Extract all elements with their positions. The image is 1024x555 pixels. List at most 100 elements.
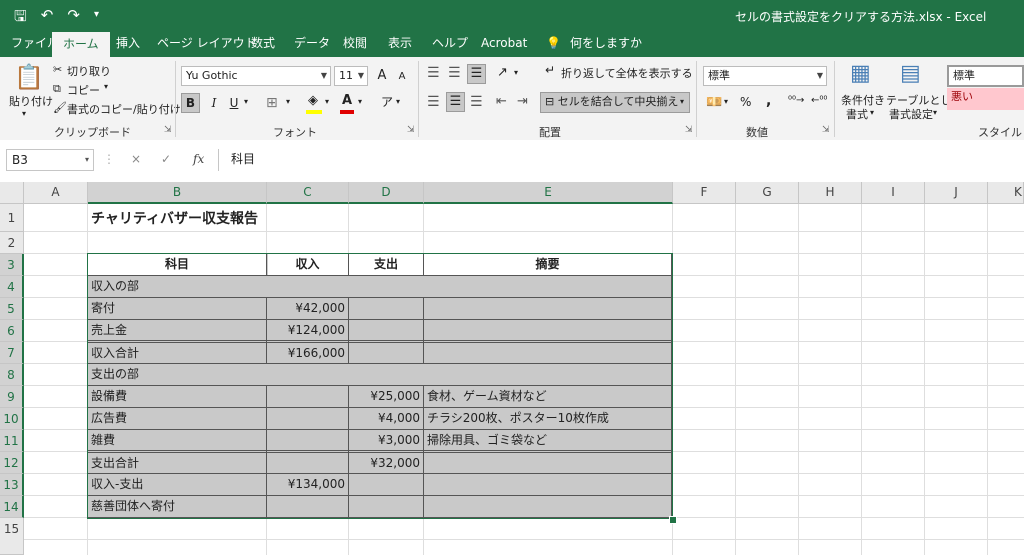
align-right-icon[interactable]: ☰: [470, 94, 483, 110]
row-header-12[interactable]: 12: [0, 452, 24, 474]
format-painter-button[interactable]: 書式のコピー/貼り付け: [67, 101, 181, 117]
currency-icon[interactable]: 💴: [706, 95, 722, 110]
cell-b4[interactable]: 収入の部: [88, 276, 266, 297]
row-header-7[interactable]: 7: [0, 342, 24, 364]
font-name-select[interactable]: Yu Gothic ▼: [181, 66, 331, 86]
row-header-15[interactable]: 15: [0, 518, 24, 555]
cell-c5[interactable]: ¥42,000: [267, 298, 348, 319]
row-header-10[interactable]: 10: [0, 408, 24, 430]
name-box[interactable]: B3 ▾: [6, 149, 94, 171]
chevron-down-icon[interactable]: ▾: [870, 108, 874, 117]
tell-me-search[interactable]: 何をしますか: [570, 30, 642, 57]
cell-b5[interactable]: 寄付: [88, 298, 266, 319]
shrink-font-button[interactable]: A: [395, 68, 409, 86]
column-header-g[interactable]: G: [736, 182, 799, 204]
cut-button[interactable]: 切り取り: [67, 63, 111, 79]
row-header-11[interactable]: 11: [0, 430, 24, 452]
copy-button[interactable]: コピー: [67, 82, 100, 98]
font-color-dropdown-icon[interactable]: ▾: [358, 97, 362, 106]
enter-icon[interactable]: ✓: [161, 152, 171, 166]
cell-style-bad[interactable]: 悪い: [947, 88, 1024, 110]
number-format-select[interactable]: 標準 ▼: [703, 66, 827, 86]
grow-font-button[interactable]: A: [374, 67, 390, 85]
increase-indent-icon[interactable]: ⇥: [517, 94, 528, 109]
paste-button[interactable]: 貼り付け: [9, 93, 53, 109]
cell-d9[interactable]: ¥25,000: [349, 386, 423, 407]
column-header-i[interactable]: I: [862, 182, 925, 204]
dialog-launcher-icon[interactable]: ⇲: [164, 125, 172, 135]
cell-b14[interactable]: 慈善団体へ寄付: [88, 496, 266, 517]
row-header-6[interactable]: 6: [0, 320, 24, 342]
cell-d12[interactable]: ¥32,000: [349, 452, 423, 474]
align-middle-icon[interactable]: ☰: [448, 65, 461, 81]
comma-button[interactable]: ,: [766, 93, 771, 109]
align-left-icon[interactable]: ☰: [427, 94, 440, 110]
format-as-table-button-line2[interactable]: 書式設定: [889, 106, 933, 122]
header-cell-item[interactable]: 科目: [88, 254, 266, 275]
save-icon[interactable]: 🖫: [14, 6, 27, 31]
select-all-corner[interactable]: [0, 182, 24, 204]
cancel-icon[interactable]: ×: [131, 152, 141, 166]
fill-dropdown-icon[interactable]: ▾: [325, 97, 329, 106]
wrap-text-icon[interactable]: ↵: [545, 63, 555, 77]
borders-dropdown-icon[interactable]: ▾: [286, 97, 290, 106]
cell-b10[interactable]: 広告費: [88, 408, 266, 429]
row-header-13[interactable]: 13: [0, 474, 24, 496]
phonetic-dropdown-icon[interactable]: ▾: [396, 97, 400, 106]
cell-d11[interactable]: ¥3,000: [349, 430, 423, 451]
cell-b9[interactable]: 設備費: [88, 386, 266, 407]
decrease-decimal-icon[interactable]: ←⁰⁰: [811, 95, 827, 106]
increase-decimal-icon[interactable]: ⁰⁰→: [788, 95, 804, 106]
copy-icon[interactable]: ⧉: [53, 82, 61, 96]
italic-button[interactable]: I: [206, 94, 222, 112]
tab-home[interactable]: ホーム: [52, 32, 110, 57]
tab-review[interactable]: 校閲: [343, 30, 367, 57]
underline-dropdown-icon[interactable]: ▾: [244, 97, 248, 106]
formula-input[interactable]: 科目: [218, 149, 1024, 171]
header-cell-notes[interactable]: 摘要: [424, 254, 671, 275]
chevron-down-icon[interactable]: ▾: [933, 108, 937, 117]
format-as-table-icon[interactable]: ▤: [900, 61, 921, 86]
font-size-select[interactable]: 11 ▼: [334, 66, 368, 86]
dialog-launcher-icon[interactable]: ⇲: [407, 125, 415, 135]
undo-icon[interactable]: ↶: [41, 6, 54, 31]
orientation-dropdown-icon[interactable]: ▾: [514, 68, 518, 77]
column-header-d[interactable]: D: [349, 182, 424, 204]
column-header-k[interactable]: K: [988, 182, 1024, 204]
copy-dropdown-icon[interactable]: ▾: [104, 82, 108, 91]
row-header-4[interactable]: 4: [0, 276, 24, 298]
tab-page-layout[interactable]: ページ レイアウト: [157, 30, 257, 57]
paste-icon[interactable]: 📋: [14, 63, 44, 91]
align-center-icon[interactable]: ☰: [446, 92, 465, 112]
column-header-a[interactable]: A: [24, 182, 88, 204]
format-painter-icon[interactable]: 🖌: [53, 101, 67, 114]
tab-help[interactable]: ヘルプ: [432, 30, 468, 57]
align-top-icon[interactable]: ☰: [427, 65, 440, 81]
decrease-indent-icon[interactable]: ⇤: [496, 94, 507, 109]
cell-d10[interactable]: ¥4,000: [349, 408, 423, 429]
row-header-2[interactable]: 2: [0, 232, 24, 254]
cell-c7[interactable]: ¥166,000: [267, 342, 348, 364]
column-header-e[interactable]: E: [424, 182, 673, 204]
tab-insert[interactable]: 挿入: [116, 30, 140, 57]
row-header-14[interactable]: 14: [0, 496, 24, 518]
row-header-8[interactable]: 8: [0, 364, 24, 386]
cell-b12[interactable]: 支出合計: [88, 452, 266, 474]
cell-b7[interactable]: 収入合計: [88, 342, 266, 364]
fill-handle[interactable]: [669, 516, 677, 524]
column-header-j[interactable]: J: [925, 182, 988, 204]
font-color-icon[interactable]: A: [342, 93, 352, 108]
tab-formulas[interactable]: 数式: [251, 30, 275, 57]
redo-icon[interactable]: ↷: [67, 6, 80, 31]
borders-icon[interactable]: ⊞: [266, 95, 278, 111]
cell-style-normal[interactable]: 標準: [947, 65, 1024, 87]
conditional-formatting-icon[interactable]: ▦: [850, 61, 871, 86]
align-bottom-icon[interactable]: ☰: [467, 64, 486, 84]
phonetic-icon[interactable]: ア: [381, 93, 393, 110]
row-header-9[interactable]: 9: [0, 386, 24, 408]
header-cell-income[interactable]: 収入: [267, 254, 348, 275]
sheet-title-cell[interactable]: チャリティバザー収支報告: [91, 208, 258, 228]
currency-dropdown-icon[interactable]: ▾: [724, 97, 728, 106]
cell-e11[interactable]: 掃除用具、ゴミ袋など: [424, 430, 671, 451]
dialog-launcher-icon[interactable]: ⇲: [685, 125, 693, 135]
